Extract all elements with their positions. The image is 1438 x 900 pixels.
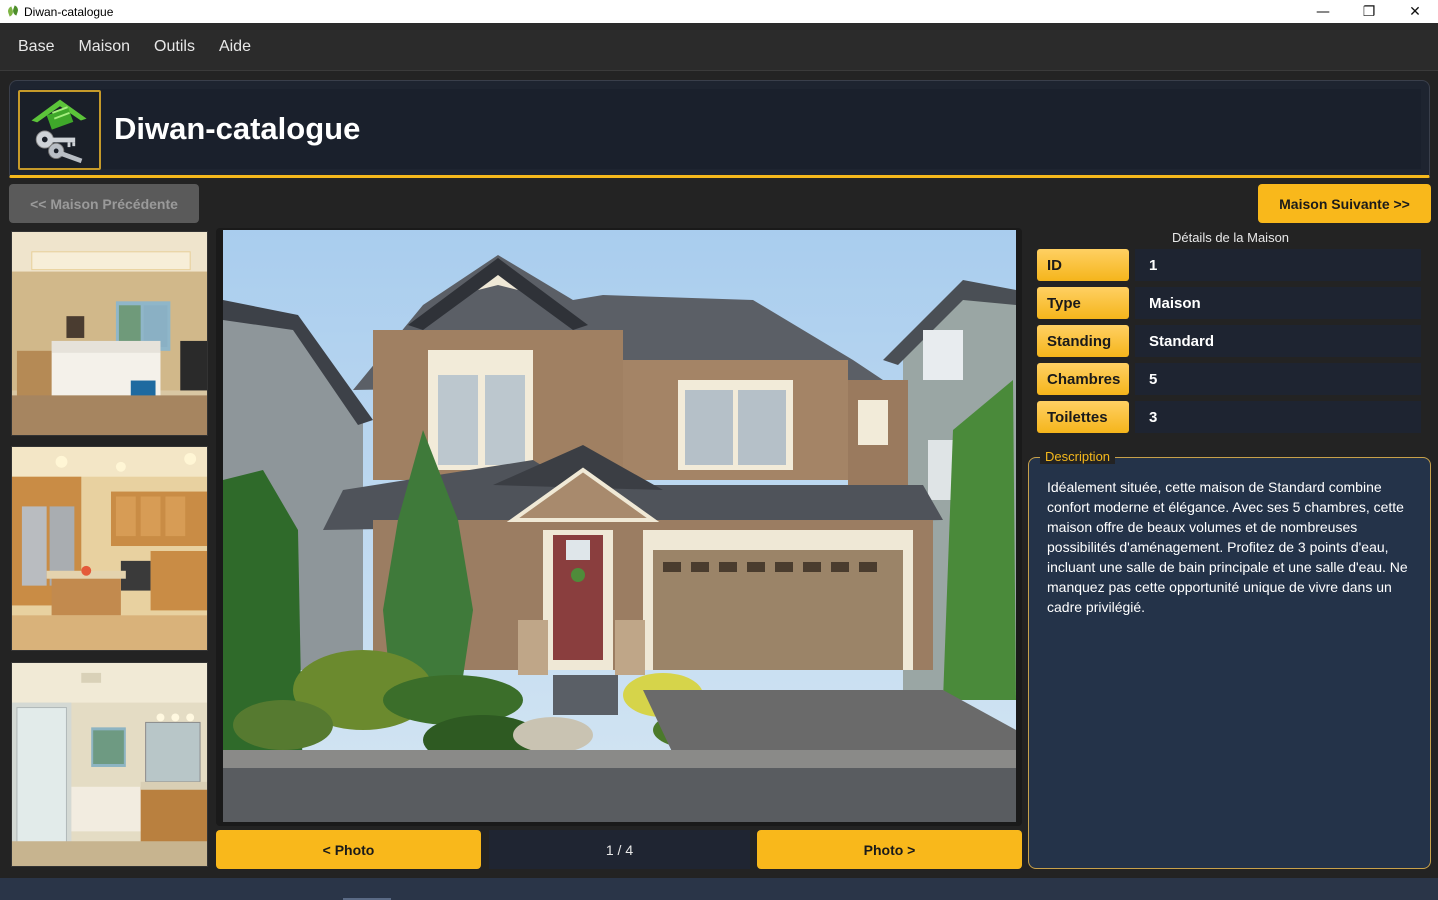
next-house-button[interactable]: Maison Suivante >> [1258,184,1431,223]
description-text: Idéalement située, cette maison de Stand… [1047,479,1408,615]
menu-outils[interactable]: Outils [142,38,207,56]
detail-label-type: Type [1037,287,1129,319]
house-keys-icon [18,90,101,170]
description-legend: Description [1040,449,1116,464]
restore-button[interactable]: ❐ [1346,0,1392,23]
header-panel: Diwan-catalogue [9,80,1430,178]
bottom-bar [0,878,1438,900]
details-title: Détails de la Maison [1171,230,1290,245]
detail-value-id: 1 [1135,249,1421,281]
thumbnail-kitchen[interactable] [11,446,208,651]
thumbnail-bedroom[interactable] [11,231,208,436]
detail-label-toilettes: Toilettes [1037,401,1129,433]
photo-counter: 1 / 4 [489,830,750,869]
detail-label-chambres: Chambres [1037,363,1129,395]
menu-maison[interactable]: Maison [66,38,142,56]
detail-value-chambres: 5 [1135,363,1421,395]
menu-bar: Base Maison Outils Aide [0,23,1438,71]
window-title: Diwan-catalogue [24,4,114,19]
menu-base[interactable]: Base [6,38,66,56]
detail-value-standing: Standard [1135,325,1421,357]
minimize-button[interactable]: — [1300,0,1346,23]
detail-value-type: Maison [1135,287,1421,319]
app-leaf-icon [6,5,20,19]
detail-label-id: ID [1037,249,1129,281]
detail-value-toilettes: 3 [1135,401,1421,433]
window-controls: — ❐ ✕ [1300,0,1438,23]
main-house-photo [223,230,1016,822]
header-title: Diwan-catalogue [114,111,361,146]
previous-house-button[interactable]: << Maison Précédente [9,184,199,223]
previous-photo-button[interactable]: < Photo [216,830,481,869]
next-photo-button[interactable]: Photo > [757,830,1022,869]
thumbnail-bathroom[interactable] [11,662,208,867]
title-bar: Diwan-catalogue — ❐ ✕ [0,0,1438,23]
close-button[interactable]: ✕ [1392,0,1438,23]
detail-label-standing: Standing [1037,325,1129,357]
menu-aide[interactable]: Aide [207,38,263,56]
